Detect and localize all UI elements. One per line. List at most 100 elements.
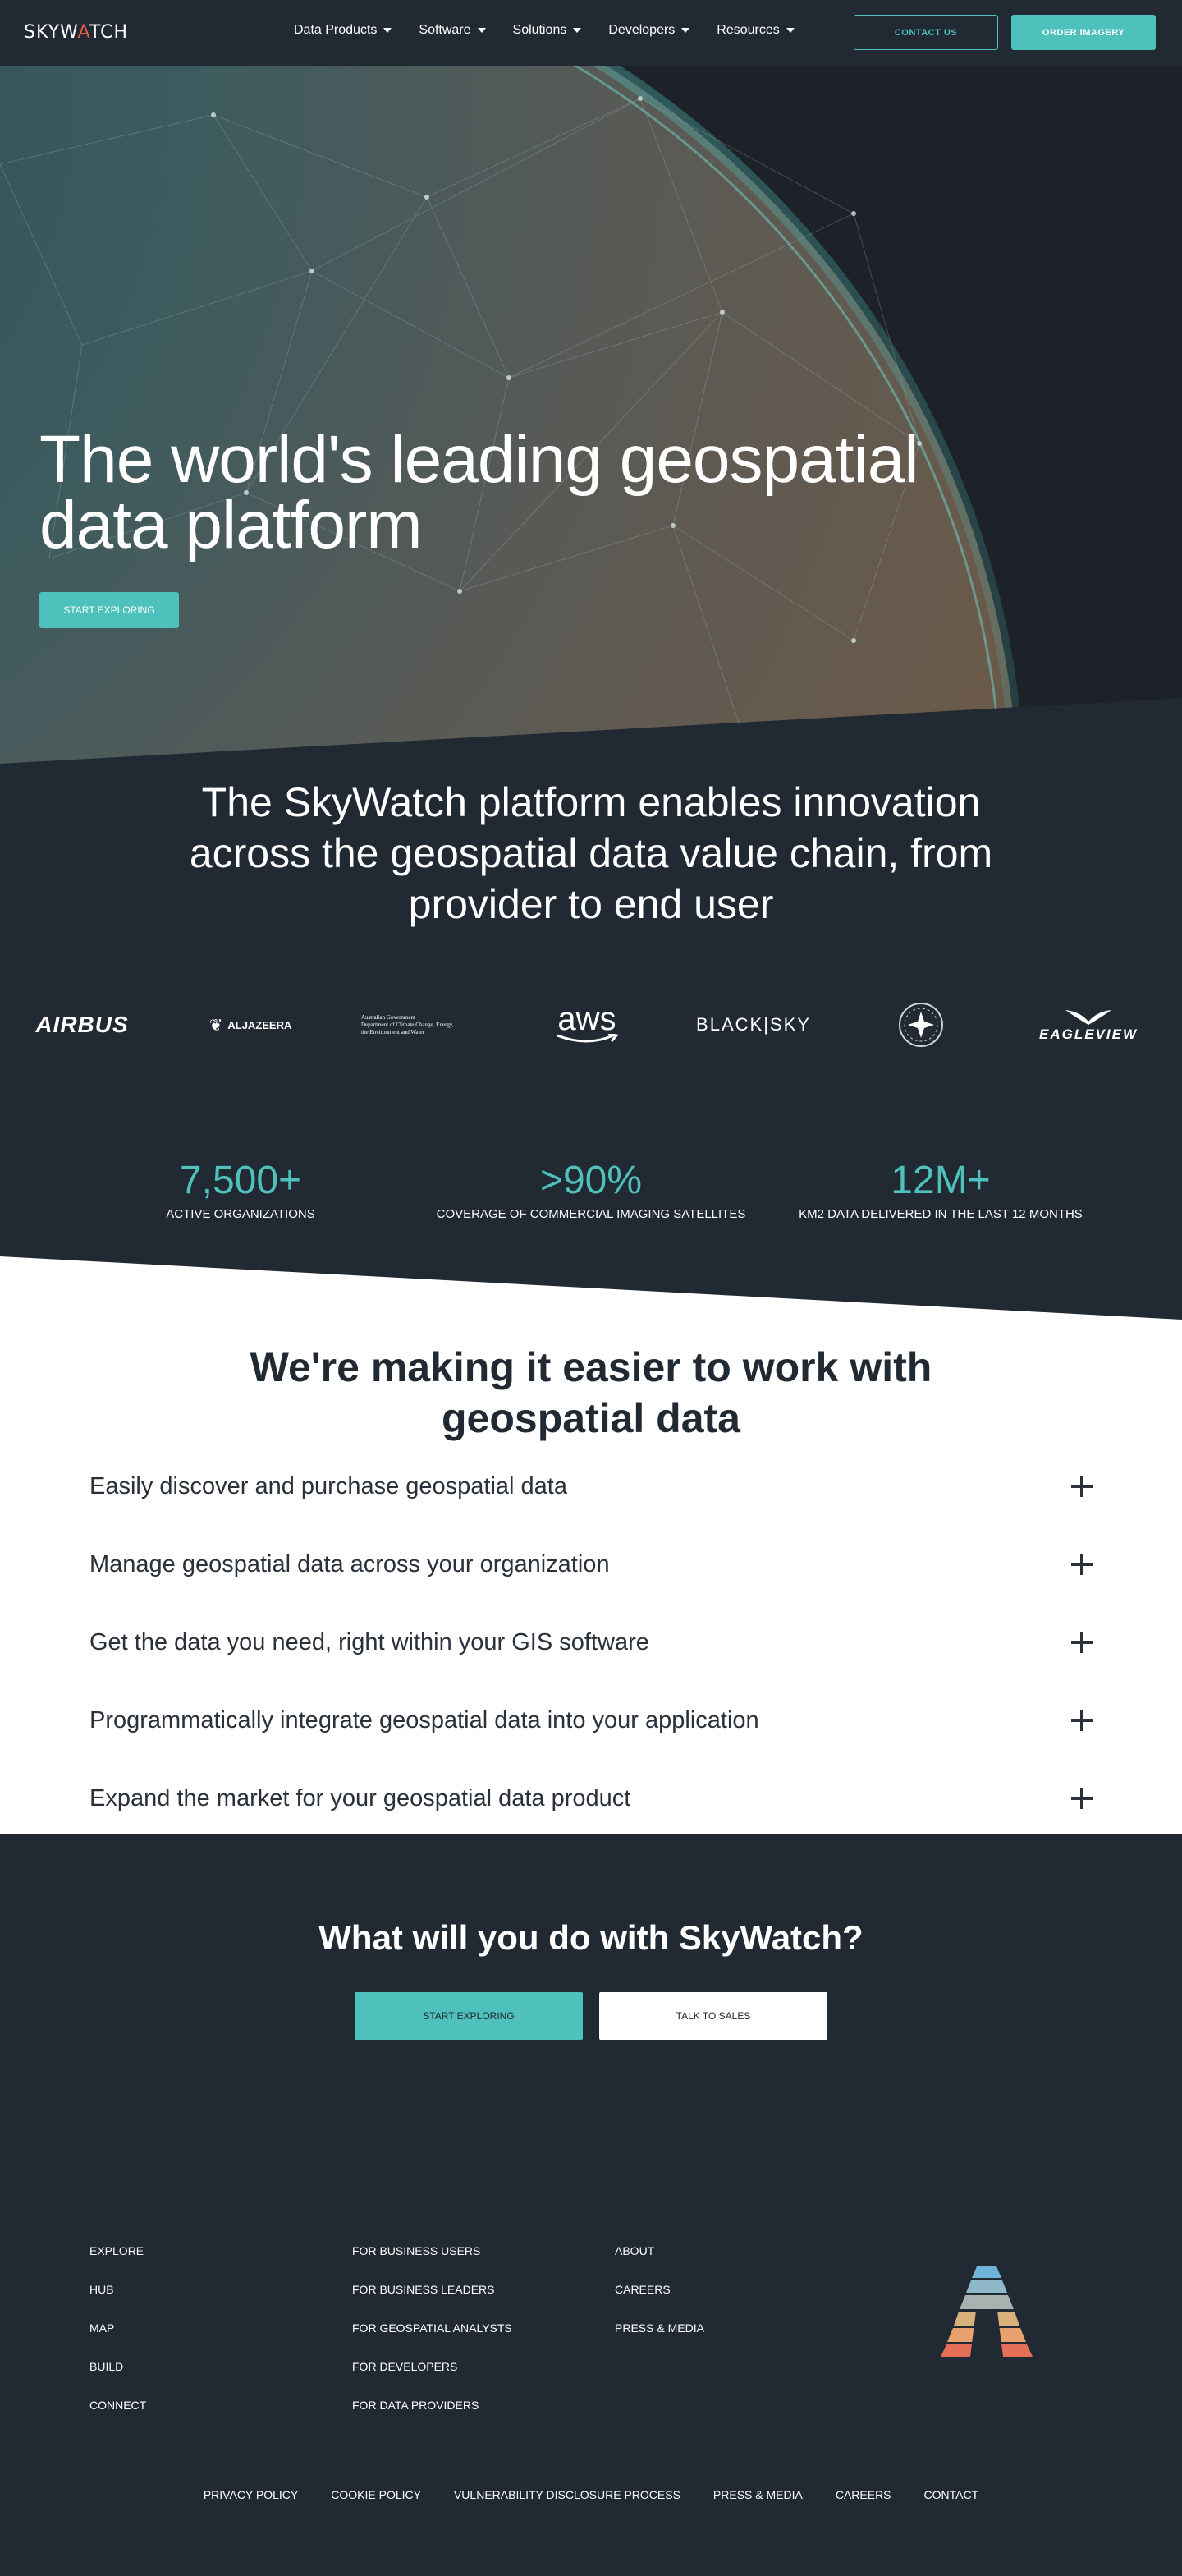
footer-link-geospatial-analysts[interactable]: FOR GEOSPATIAL ANALYSTS (352, 2317, 512, 2356)
logo-text-1: SKYW (24, 22, 78, 43)
plus-icon[interactable] (1071, 1788, 1093, 1809)
cta-start-exploring-button[interactable]: START EXPLORING (355, 1992, 583, 2040)
menu-label: Developers (608, 23, 676, 37)
footer-link-explore[interactable]: EXPLORE (89, 2240, 146, 2279)
top-navigation: SKYWATCH Data Products Software Solution… (0, 0, 1182, 66)
footer-link-build[interactable]: BUILD (89, 2356, 146, 2395)
caret-down-icon (383, 28, 392, 33)
hero-section: The world's leading geospatial data plat… (0, 66, 1182, 764)
logo-text-a: A (77, 22, 89, 43)
aljazeera-emblem-icon: ❦ (208, 1016, 223, 1035)
menu-developers[interactable]: Developers (608, 23, 690, 38)
plus-icon[interactable] (1071, 1554, 1093, 1575)
footer-column-products: EXPLORE HUB MAP BUILD CONNECT (89, 2240, 146, 2433)
feature-label: Manage geospatial data across your organ… (89, 1550, 610, 1577)
footer-link-hub[interactable]: HUB (89, 2279, 146, 2317)
feature-accordion-item[interactable]: Programmatically integrate geospatial da… (89, 1696, 1093, 1745)
caret-down-icon (786, 28, 795, 33)
feature-accordion-item[interactable]: Easily discover and purchase geospatial … (89, 1462, 1093, 1511)
stat-value: 7,500+ (179, 1159, 302, 1202)
hero-title: The world's leading geospatial data plat… (39, 426, 1024, 559)
airbus-logo: AIRBUS (35, 1012, 129, 1037)
ausgov-line-1: Australian Government (361, 1013, 415, 1021)
footer-link-map[interactable]: MAP (89, 2317, 146, 2356)
talk-to-sales-button[interactable]: TALK TO SALES (599, 1992, 827, 2040)
feature-label: Expand the market for your geospatial da… (89, 1784, 631, 1811)
feature-accordion-item[interactable]: Expand the market for your geospatial da… (89, 1774, 1093, 1823)
stat-satellite-coverage: >90% COVERAGE OF COMMERCIAL IMAGING SATE… (419, 1158, 763, 1221)
menu-label: Software (419, 23, 471, 37)
features-title-line-2: geospatial data (442, 1395, 740, 1441)
round-emblem-logo (839, 990, 1003, 1059)
stat-data-delivered: 12M+ KM2 DATA DELIVERED IN THE LAST 12 M… (768, 1158, 1113, 1221)
footer-column-audiences: FOR BUSINESS USERS FOR BUSINESS LEADERS … (352, 2240, 512, 2433)
skywatch-a-emblem-icon (941, 2266, 1033, 2357)
aws-text: aws (557, 1001, 616, 1037)
menu-resources[interactable]: Resources (717, 23, 795, 38)
footer-link-about[interactable]: ABOUT (615, 2240, 704, 2279)
menu-label: Data Products (294, 23, 378, 37)
caret-down-icon (477, 28, 486, 33)
footer-link-business-leaders[interactable]: FOR BUSINESS LEADERS (352, 2279, 512, 2317)
feature-label: Easily discover and purchase geospatial … (89, 1472, 567, 1499)
menu-label: Solutions (512, 23, 567, 37)
eagleview-text: EAGLEVIEW (1038, 1026, 1138, 1042)
footer-link-connect[interactable]: CONNECT (89, 2395, 146, 2433)
feature-accordion-item[interactable]: Get the data you need, right within your… (89, 1618, 1093, 1667)
main-menu: Data Products Software Solutions Develop… (294, 23, 795, 38)
menu-data-products[interactable]: Data Products (294, 23, 392, 38)
stat-label: COVERAGE OF COMMERCIAL IMAGING SATELLITE… (436, 1207, 746, 1221)
stat-label: ACTIVE ORGANIZATIONS (166, 1207, 315, 1221)
ausgov-line-2: Department of Climate Change, Energy, (361, 1021, 454, 1028)
menu-solutions[interactable]: Solutions (513, 23, 582, 38)
aws-smile-icon (557, 1034, 619, 1043)
feature-label: Get the data you need, right within your… (89, 1628, 649, 1655)
earth-network-graphic (0, 66, 1182, 764)
footer-column-company: ABOUT CAREERS PRESS & MEDIA (615, 2240, 704, 2356)
aljazeera-text: ALJAZEERA (227, 1018, 292, 1031)
aws-logo: aws (505, 990, 669, 1059)
feature-label: Programmatically integrate geospatial da… (89, 1706, 759, 1733)
cookie-policy-link[interactable]: COOKIE POLICY (331, 2488, 421, 2501)
aljazeera-logo: ❦ ALJAZEERA (168, 990, 332, 1059)
plus-icon[interactable] (1071, 1632, 1093, 1653)
features-title-line-1: We're making it easier to work with (250, 1344, 932, 1390)
footer-link-business-users[interactable]: FOR BUSINESS USERS (352, 2240, 512, 2279)
caret-down-icon (681, 28, 690, 33)
stat-value: 12M+ (891, 1159, 991, 1202)
eagle-wings-icon (1065, 1010, 1111, 1025)
vulnerability-disclosure-link[interactable]: VULNERABILITY DISCLOSURE PROCESS (454, 2488, 680, 2501)
cta-title: What will you do with SkyWatch? (318, 1918, 864, 1957)
hero-title-line-1: The world's leading geospatial (39, 422, 919, 497)
start-exploring-button[interactable]: START EXPLORING (39, 592, 179, 628)
logo-text-2: TCH (89, 22, 129, 43)
eagleview-logo: EAGLEVIEW (1006, 990, 1171, 1059)
privacy-policy-link[interactable]: PRIVACY POLICY (204, 2488, 298, 2501)
footer-legal-links: PRIVACY POLICY COOKIE POLICY VULNERABILI… (0, 2488, 1182, 2501)
caret-down-icon (573, 28, 582, 33)
ausgov-line-3: the Environment and Water (361, 1028, 424, 1035)
plus-icon[interactable] (1071, 1710, 1093, 1731)
features-title: We're making it easier to work with geos… (181, 1342, 1001, 1444)
feature-accordion-item[interactable]: Manage geospatial data across your organ… (89, 1540, 1093, 1589)
footer-link-data-providers[interactable]: FOR DATA PROVIDERS (352, 2395, 512, 2433)
menu-label: Resources (717, 23, 780, 37)
australian-government-logo: Australian Government Department of Clim… (337, 990, 501, 1059)
contact-link[interactable]: CONTACT (924, 2488, 979, 2501)
blacksky-logo: BLACK|SKY (696, 1014, 811, 1035)
footer-link-press-media[interactable]: PRESS & MEDIA (615, 2317, 704, 2356)
skywatch-logo[interactable]: SKYWATCH (24, 22, 128, 43)
platform-headline: The SkyWatch platform enables innovation… (189, 779, 993, 927)
footer-link-developers[interactable]: FOR DEVELOPERS (352, 2356, 512, 2395)
contact-us-button[interactable]: CONTACT US (854, 15, 998, 50)
stat-label: KM2 DATA DELIVERED IN THE LAST 12 MONTHS (799, 1207, 1083, 1221)
emblem-icon (899, 1003, 943, 1047)
plus-icon[interactable] (1071, 1476, 1093, 1497)
footer-link-careers[interactable]: CAREERS (615, 2279, 704, 2317)
press-media-link[interactable]: PRESS & MEDIA (713, 2488, 803, 2501)
hero-title-line-2: data platform (39, 488, 423, 562)
menu-software[interactable]: Software (419, 23, 486, 38)
order-imagery-button[interactable]: ORDER IMAGERY (1011, 15, 1156, 50)
stat-value: >90% (539, 1159, 643, 1202)
careers-link[interactable]: CAREERS (836, 2488, 891, 2501)
